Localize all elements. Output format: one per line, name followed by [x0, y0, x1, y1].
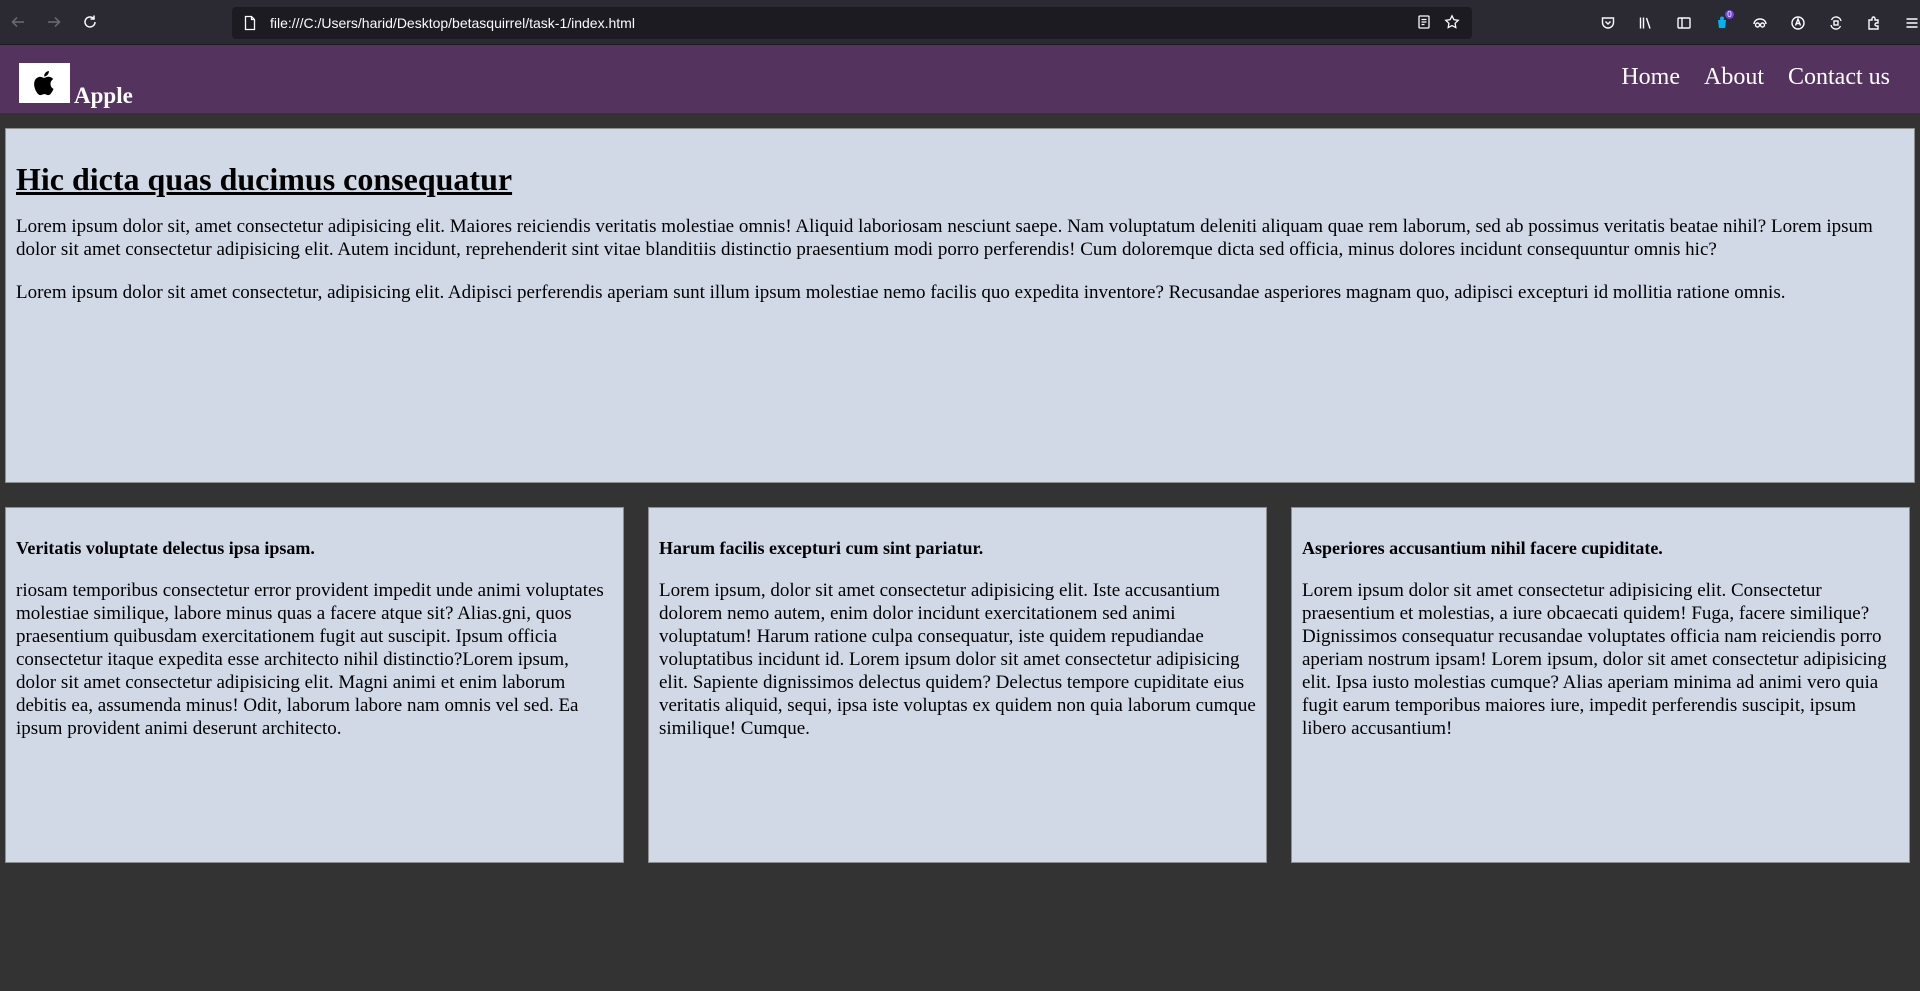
extension-badge-icon[interactable]: 0	[1704, 5, 1740, 41]
account-icon[interactable]	[1780, 5, 1816, 41]
back-arrow-icon[interactable]	[0, 0, 36, 45]
nav-link-about[interactable]: About	[1704, 63, 1764, 91]
reload-icon[interactable]	[72, 0, 108, 45]
card-row: Veritatis voluptate delectus ipsa ipsam.…	[5, 507, 1910, 863]
hero-section: Hic dicta quas ducimus consequatur Lorem…	[5, 128, 1915, 483]
card-body: Lorem ipsum, dolor sit amet consectetur …	[659, 580, 1256, 739]
containers-icon[interactable]	[1742, 5, 1778, 41]
page-icon	[242, 15, 258, 31]
forward-arrow-icon[interactable]	[36, 0, 72, 45]
main-nav: Home About Contact us	[1621, 63, 1890, 91]
card-title: Veritatis voluptate delectus ipsa ipsam.	[16, 538, 315, 558]
hero-paragraph: Lorem ipsum dolor sit amet consectetur, …	[16, 282, 1786, 303]
card-title: Harum facilis excepturi cum sint pariatu…	[659, 538, 984, 558]
reader-view-icon[interactable]	[1416, 14, 1432, 33]
site-header: Apple Home About Contact us	[0, 45, 1920, 113]
star-icon[interactable]	[1444, 13, 1460, 33]
apple-logo-icon[interactable]	[19, 63, 70, 103]
hero-paragraph: Lorem ipsum dolor sit, amet consectetur …	[16, 216, 1873, 260]
card-title: Asperiores accusantium nihil facere cupi…	[1302, 538, 1663, 558]
sync-icon[interactable]	[1818, 5, 1854, 41]
extension-badge-count: 0	[1725, 9, 1734, 19]
card: Veritatis voluptate delectus ipsa ipsam.…	[5, 507, 624, 863]
pocket-icon[interactable]	[1590, 5, 1626, 41]
card: Harum facilis excepturi cum sint pariatu…	[648, 507, 1267, 863]
browser-toolbar: file:///C:/Users/harid/Desktop/betasquir…	[0, 0, 1920, 45]
library-icon[interactable]	[1628, 5, 1664, 41]
page-viewport: Apple Home About Contact us Hic dicta qu…	[0, 45, 1920, 991]
url-bar[interactable]: file:///C:/Users/harid/Desktop/betasquir…	[232, 7, 1472, 39]
brand-name[interactable]: Apple	[74, 83, 133, 109]
card-body: Lorem ipsum dolor sit amet consectetur a…	[1302, 580, 1887, 739]
sidebar-icon[interactable]	[1666, 5, 1702, 41]
hero-title: Hic dicta quas ducimus consequatur	[16, 161, 513, 197]
hamburger-menu-icon[interactable]	[1894, 5, 1920, 41]
puzzle-icon[interactable]	[1856, 5, 1892, 41]
card-body: riosam temporibus consectetur error prov…	[16, 580, 604, 739]
nav-link-contact[interactable]: Contact us	[1788, 63, 1890, 91]
card: Asperiores accusantium nihil facere cupi…	[1291, 507, 1910, 863]
url-text[interactable]: file:///C:/Users/harid/Desktop/betasquir…	[270, 15, 1416, 31]
nav-link-home[interactable]: Home	[1621, 63, 1680, 91]
